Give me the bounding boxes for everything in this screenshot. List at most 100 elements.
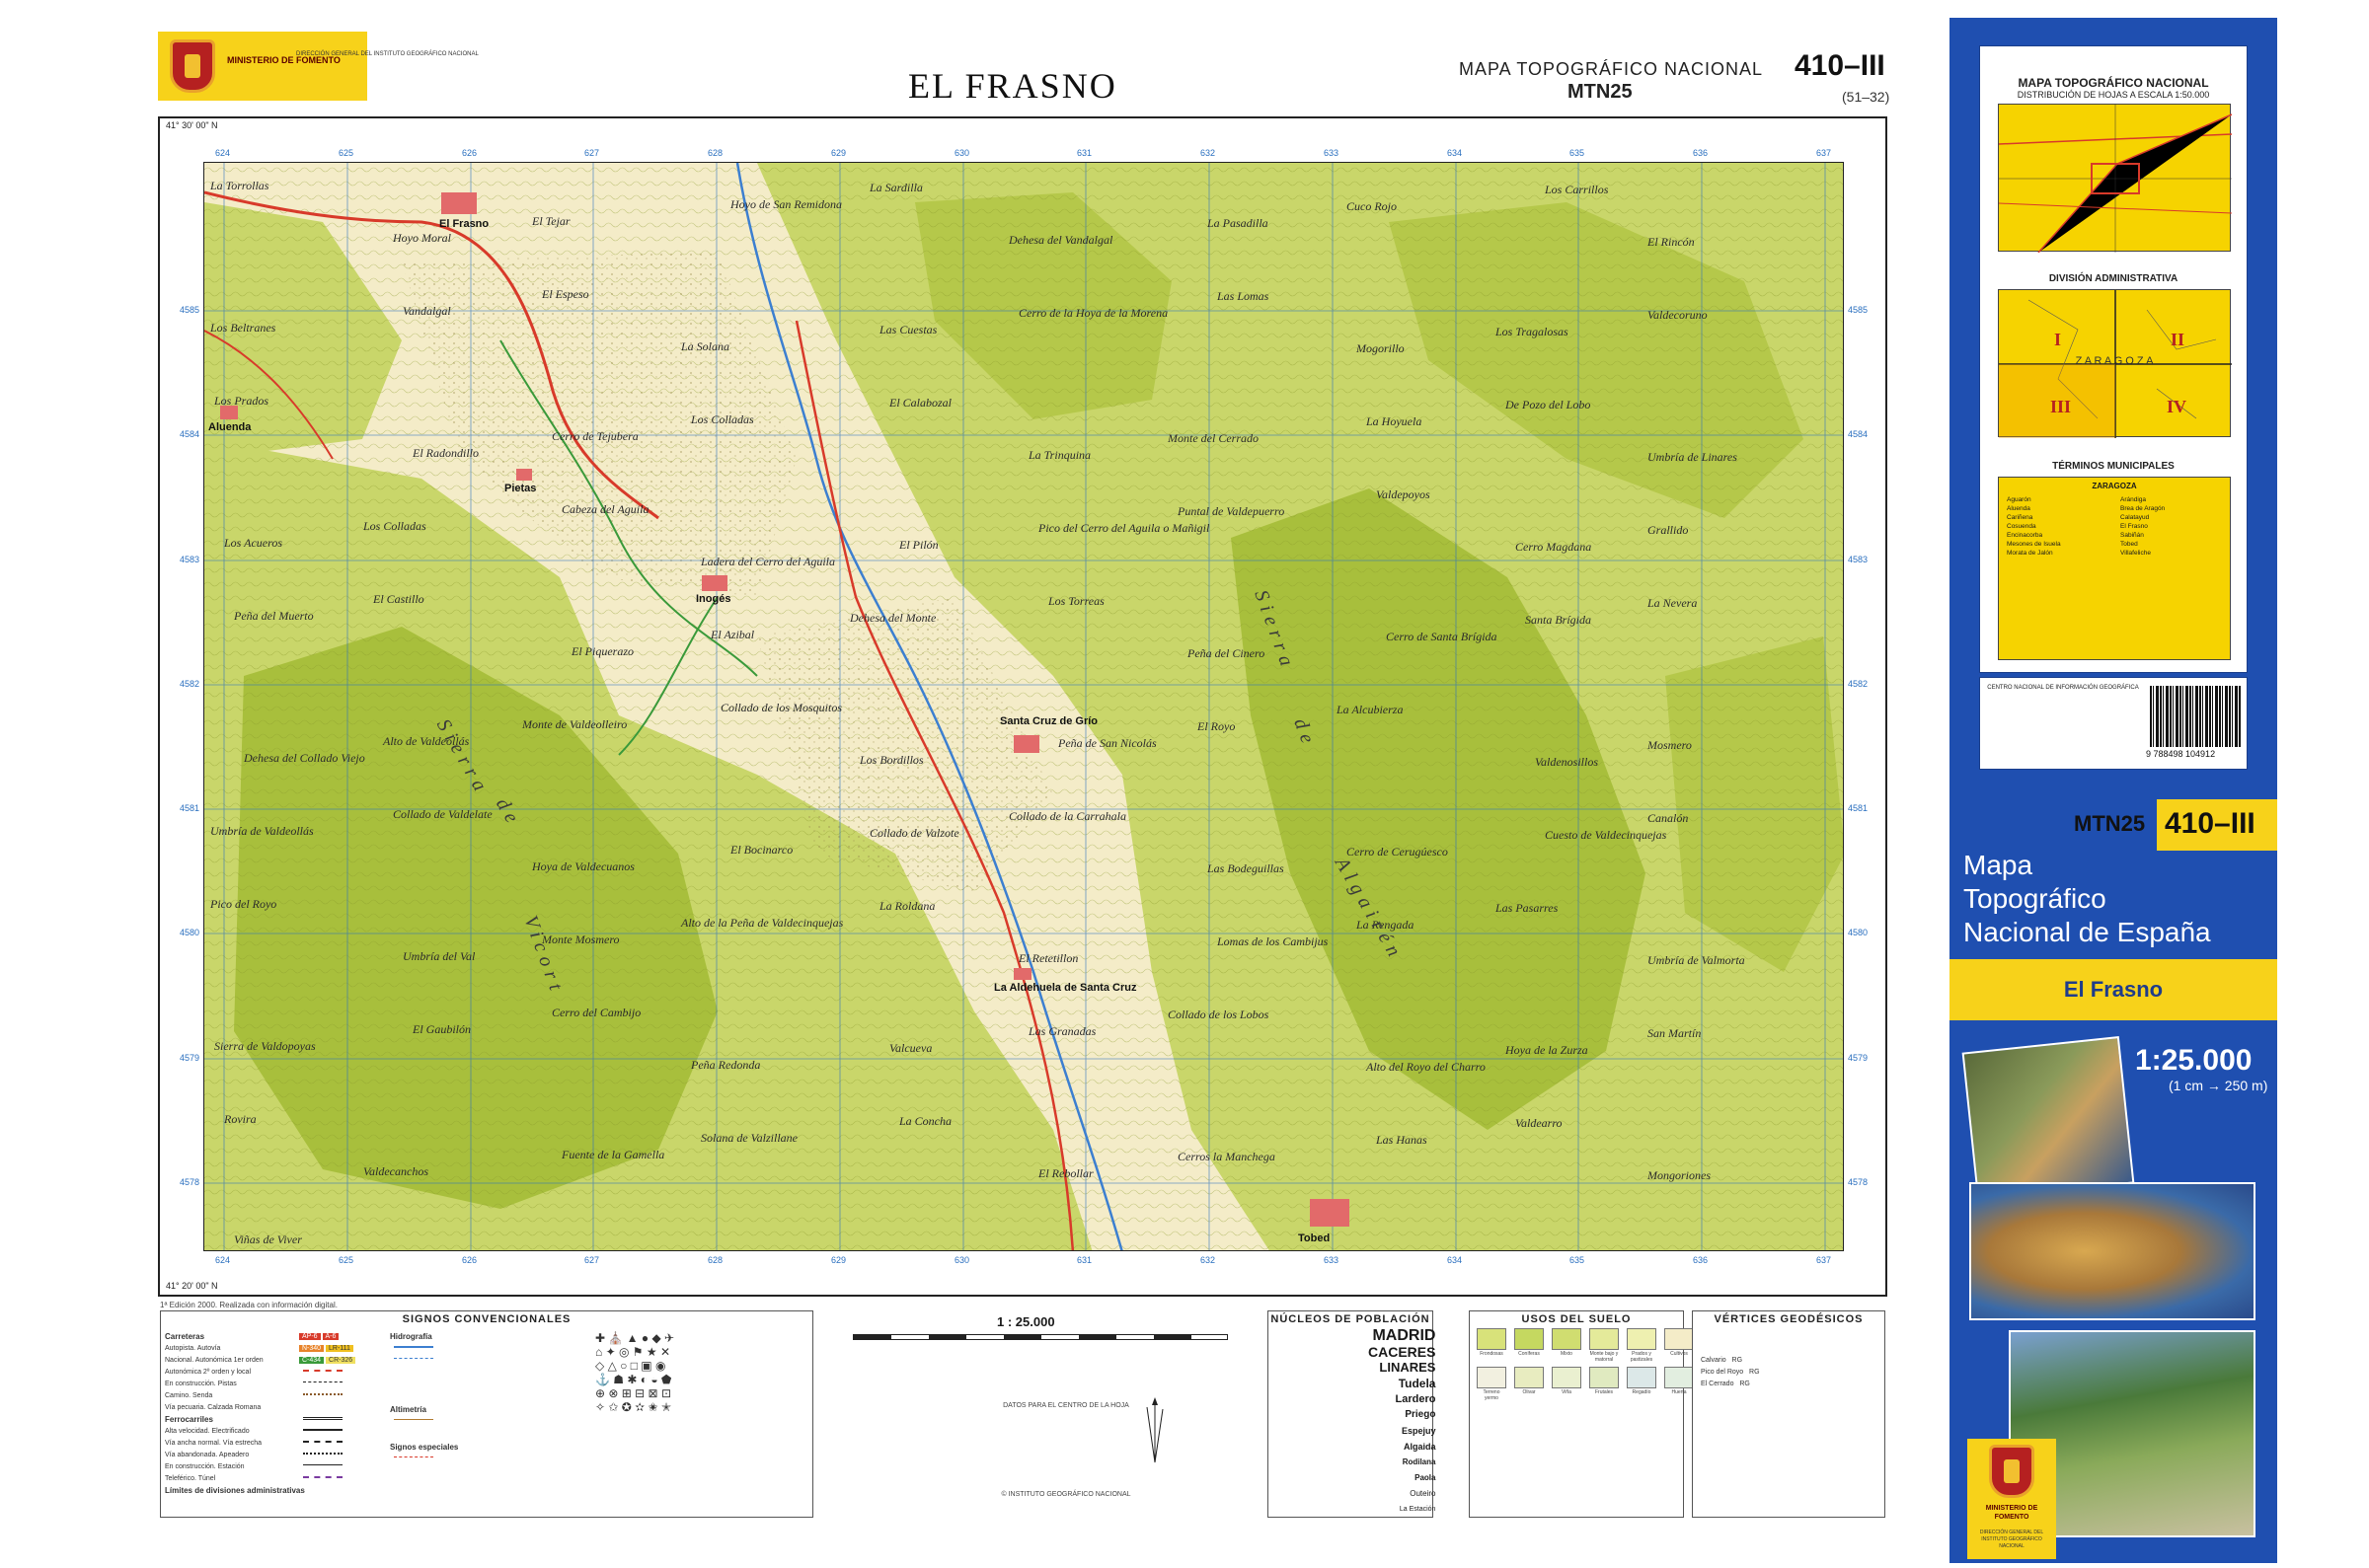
town-label: El Frasno <box>439 218 490 230</box>
alt-header: Altimetría <box>390 1405 426 1414</box>
place-label: La Solana <box>681 339 730 353</box>
place-label: Los Acueros <box>224 536 283 550</box>
grid-label-x: 635 <box>1569 148 1585 158</box>
rail-symbol <box>303 1428 343 1434</box>
iberia-relief-image <box>1969 1182 2255 1320</box>
grid-label-x: 634 <box>1447 1255 1463 1265</box>
index-map <box>1998 104 2233 254</box>
place-label: La Roldana <box>879 899 936 913</box>
quadrant-label: III <box>2050 397 2072 416</box>
hydro-header: Hidrografía <box>390 1332 432 1341</box>
special-symbol <box>394 1456 433 1461</box>
road-code: LR-111 <box>326 1345 353 1352</box>
uso-label: Prados y pastizales <box>1630 1351 1653 1363</box>
coat-of-arms-icon <box>1989 1445 2034 1498</box>
place-label: Dehesa del Vandalgal <box>1009 233 1113 247</box>
place-label: Monte Mosmero <box>542 933 620 946</box>
uso-label: Mixto <box>1561 1351 1572 1357</box>
publisher-name: CENTRO NACIONAL DE INFORMACIÓN GEOGRÁFIC… <box>1987 685 2139 691</box>
grid-label-y: 4585 <box>1848 305 1869 315</box>
place-label: Fuente de la Gamella <box>562 1148 665 1161</box>
nucleo-item: Lardero <box>1395 1393 1436 1405</box>
place-label: Monte del Cerrado <box>1168 431 1259 445</box>
vertex-name: El Cerrado <box>1701 1381 1734 1387</box>
place-label: Valcueva <box>889 1041 933 1055</box>
edition-note: 1ª Edición 2000. Realizada con informaci… <box>160 1301 338 1309</box>
rail-item: Teleférico. Túnel <box>165 1475 216 1482</box>
place-label: Pico del Cerro del Aguila o Mañigil <box>1038 521 1210 535</box>
vertices-list: Calvario RG Pico del Royo RG El Cerrado … <box>1701 1355 1760 1390</box>
place-label: Valdenosillos <box>1535 755 1599 769</box>
place-label: Mogorillo <box>1356 341 1405 355</box>
place-label: Cuesto de Valdecinquejas <box>1545 828 1667 842</box>
grid-label-x: 630 <box>955 1255 970 1265</box>
cover-logo-directorate: DIRECCIÓN GENERAL DEL INSTITUTO GEOGRÁFI… <box>1979 1530 2044 1549</box>
hydro-legend: Hidrografía Altimetría Signos especiales <box>390 1331 458 1465</box>
grid-label-y: 4578 <box>180 1177 200 1187</box>
cover-ministry-logo: MINISTERIO DE FOMENTO DIRECCIÓN GENERAL … <box>1967 1439 2056 1559</box>
contour-symbol <box>394 1418 433 1424</box>
place-label: Lomas de los Cambijus <box>1217 934 1329 948</box>
quadrant-label: IV <box>2167 397 2187 416</box>
place-label: La Trinquina <box>1029 448 1092 462</box>
vertex-order: RG <box>1731 1357 1743 1364</box>
nucleos-list: MADRID CACERES LINARES Tudela Lardero Pr… <box>1368 1328 1435 1518</box>
isbn-number: 9 788498 104912 <box>2146 749 2216 759</box>
grid-label-x: 624 <box>215 1255 231 1265</box>
uso-label: Olivar <box>1522 1389 1536 1395</box>
place-label: La Nevera <box>1647 596 1698 610</box>
town-label: Tobed <box>1298 1232 1331 1244</box>
road-code: AP-6 <box>299 1333 321 1340</box>
grid-label-x: 630 <box>955 148 970 158</box>
uso-label: Frondosas <box>1480 1351 1503 1357</box>
place-label: Collado de Valdelate <box>393 807 493 821</box>
cover-sheet-name: El Frasno <box>2063 977 2164 1002</box>
rail-item: Alta velocidad. Electrificado <box>165 1428 250 1435</box>
municipio-item: Aguarón <box>2007 496 2031 503</box>
place-label: La Alcubierza <box>1337 703 1404 716</box>
rail-header: Ferrocarriles <box>165 1415 213 1424</box>
uso-label: Frutales <box>1594 1389 1614 1395</box>
grid-label-x: 629 <box>831 148 847 158</box>
place-label: Valdearro <box>1515 1116 1563 1130</box>
place-label: Las Lomas <box>1217 289 1269 303</box>
place-label: Los Colladas <box>363 519 426 533</box>
vertex-order: RG <box>1749 1369 1760 1376</box>
grid-label-y: 4583 <box>1848 555 1869 564</box>
grid-label-x: 626 <box>462 148 478 158</box>
sheet-alt-number: (51–32) <box>1842 89 1890 105</box>
grid-label-y: 4581 <box>180 803 200 813</box>
special-header: Signos especiales <box>390 1443 459 1452</box>
place-label: La Pasadilla <box>1207 216 1268 230</box>
grid-label-y: 4579 <box>1848 1053 1869 1063</box>
admin-province: Z A R A G O Z A <box>2075 355 2154 367</box>
grid-label-x: 633 <box>1324 148 1339 158</box>
grid-label-y: 4585 <box>180 305 200 315</box>
town-block-pietas <box>516 469 532 481</box>
nucleo-item: Algaida <box>1403 1442 1436 1452</box>
place-label: Ladera del Cerro del Aguila <box>701 555 835 568</box>
index-map-roads <box>1998 105 2233 254</box>
place-label: El Retetillon <box>1019 951 1079 965</box>
cover-panel: MAPA TOPOGRÁFICO NACIONAL DISTRIBUCIÓN D… <box>1949 18 2277 1563</box>
scale-label: 1 : 25.000 <box>997 1314 1055 1329</box>
grid-label-x: 632 <box>1200 1255 1216 1265</box>
place-label: Mongoriones <box>1647 1168 1711 1182</box>
municipio-item: Morata de Jalón <box>2007 550 2053 557</box>
place-label: Canalón <box>1647 811 1689 825</box>
quadrant-label: II <box>2171 330 2185 349</box>
road-code: A-6 <box>322 1333 340 1340</box>
place-label: El Espeso <box>542 287 589 301</box>
place-label: El Royo <box>1197 719 1236 733</box>
grid-label-x: 625 <box>339 148 354 158</box>
nucleo-item: LINARES <box>1379 1360 1436 1375</box>
topographic-map[interactable]: El Frasno Inogés Santa Cruz de Grío Tobed Al… <box>203 162 1844 1251</box>
place-label: Cabeza del Aguila <box>562 502 650 516</box>
grid-label-x: 631 <box>1077 148 1093 158</box>
place-label: Alto de la Peña de Valdecinquejas <box>681 916 844 930</box>
grid-label-x: 633 <box>1324 1255 1339 1265</box>
uso-label: Coníferas <box>1518 1351 1540 1357</box>
admin-limits-header: Límites de divisiones administrativas <box>165 1486 305 1495</box>
scale-panel <box>849 1310 1254 1518</box>
municipio-item: Calatayud <box>2120 514 2150 521</box>
